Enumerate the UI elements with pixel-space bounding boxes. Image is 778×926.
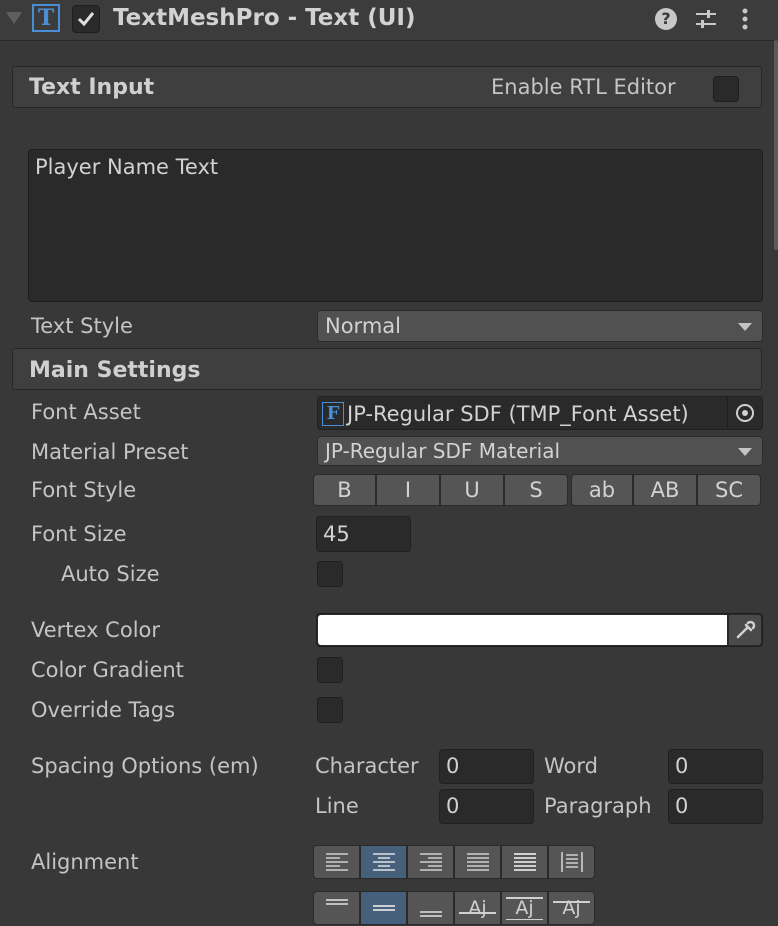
font-style-underline-button[interactable]: U: [440, 474, 504, 506]
main-settings-title: Main Settings: [29, 358, 201, 383]
font-style-lowercase-button[interactable]: ab: [571, 474, 633, 506]
align-geometry-center-icon: [560, 852, 583, 872]
font-style-group-2: ab AB SC: [571, 474, 761, 506]
align-baseline-glyph: Aj: [468, 897, 487, 919]
midline-top-icon: [506, 897, 543, 899]
align-right-icon: [419, 853, 442, 871]
color-gradient-checkbox[interactable]: [317, 657, 343, 683]
foldout-arrow-icon[interactable]: [6, 12, 22, 24]
font-style-smallcaps-button[interactable]: SC: [697, 474, 761, 506]
align-flush-icon: [513, 853, 536, 871]
align-middle-button[interactable]: [360, 891, 407, 925]
align-baseline-button[interactable]: Aj: [454, 891, 501, 925]
paragraph-spacing-field[interactable]: 0: [668, 789, 763, 824]
font-asset-label: Font Asset: [31, 400, 141, 424]
text-style-dropdown[interactable]: Normal: [317, 310, 763, 342]
color-gradient-label: Color Gradient: [31, 658, 184, 682]
align-bottom-icon: [419, 911, 442, 917]
font-asset-icon: F: [322, 402, 344, 426]
component-enabled-checkbox[interactable]: [72, 5, 100, 33]
align-capline-button[interactable]: Aj: [548, 891, 595, 925]
align-middle-icon: [372, 905, 395, 911]
align-left-button[interactable]: [313, 845, 360, 879]
horizontal-alignment-group: [313, 845, 595, 879]
align-left-icon: [325, 853, 348, 871]
align-flush-button[interactable]: [501, 845, 548, 879]
auto-size-checkbox[interactable]: [317, 561, 343, 587]
align-top-button[interactable]: [313, 891, 360, 925]
line-spacing-label: Line: [315, 794, 359, 818]
font-size-field[interactable]: 45: [316, 516, 411, 552]
main-settings-section-header: Main Settings: [12, 348, 762, 390]
align-midline-glyph: Aj: [515, 897, 534, 919]
text-style-value: Normal: [325, 314, 401, 338]
component-header: T TextMeshPro - Text (UI) ?: [0, 0, 778, 41]
align-justified-icon: [466, 853, 489, 871]
font-style-uppercase-button[interactable]: AB: [633, 474, 697, 506]
chevron-down-icon: [738, 448, 752, 456]
font-size-label: Font Size: [31, 522, 127, 546]
vertical-alignment-group: Aj Aj Aj: [313, 891, 595, 925]
font-style-strikethrough-button[interactable]: S: [504, 474, 568, 506]
vertex-color-swatch: [318, 615, 727, 645]
font-style-label: Font Style: [31, 478, 137, 502]
character-spacing-field[interactable]: 0: [439, 749, 534, 784]
vertex-color-label: Vertex Color: [31, 618, 161, 642]
capline-line-icon: [553, 901, 590, 903]
rtl-editor-label: Enable RTL Editor: [491, 75, 676, 99]
text-input-area[interactable]: Player Name Text: [28, 149, 763, 302]
font-asset-value: JP-Regular SDF (TMP_Font Asset): [347, 402, 689, 426]
align-center-button[interactable]: [360, 845, 407, 879]
text-input-title: Text Input: [29, 75, 155, 100]
baseline-line-icon: [459, 912, 496, 914]
override-tags-label: Override Tags: [31, 698, 176, 722]
material-preset-value: JP-Regular SDF Material: [325, 439, 561, 463]
checkmark-icon: [77, 12, 95, 27]
component-title: TextMeshPro - Text (UI): [113, 5, 416, 31]
font-style-italic-button[interactable]: I: [376, 474, 440, 506]
context-menu-icon[interactable]: [740, 6, 750, 32]
align-top-icon: [325, 899, 348, 905]
text-input-value: Player Name Text: [35, 155, 219, 179]
character-spacing-label: Character: [315, 754, 419, 778]
align-right-button[interactable]: [407, 845, 454, 879]
word-spacing-label: Word: [544, 754, 598, 778]
align-justified-button[interactable]: [454, 845, 501, 879]
vertex-color-field[interactable]: [316, 613, 763, 647]
scrollbar[interactable]: [774, 40, 778, 250]
presets-icon[interactable]: [694, 6, 718, 32]
alignment-label: Alignment: [31, 850, 139, 874]
object-picker-icon[interactable]: [727, 397, 762, 429]
eyedropper-icon[interactable]: [729, 615, 761, 645]
font-style-bold-button[interactable]: B: [313, 474, 376, 506]
font-style-group-1: B I U S: [313, 474, 568, 506]
text-style-label: Text Style: [31, 314, 133, 338]
material-preset-dropdown[interactable]: JP-Regular SDF Material: [317, 436, 763, 466]
paragraph-spacing-label: Paragraph: [544, 794, 652, 818]
align-center-icon: [372, 853, 395, 871]
chevron-down-icon: [738, 323, 752, 331]
material-preset-label: Material Preset: [31, 440, 189, 464]
word-spacing-field[interactable]: 0: [668, 749, 763, 784]
align-midline-button[interactable]: Aj: [501, 891, 548, 925]
auto-size-label: Auto Size: [61, 562, 160, 586]
help-icon[interactable]: ?: [655, 8, 677, 30]
override-tags-checkbox[interactable]: [317, 697, 343, 723]
align-bottom-button[interactable]: [407, 891, 454, 925]
font-asset-field[interactable]: F JP-Regular SDF (TMP_Font Asset): [317, 396, 763, 430]
line-spacing-field[interactable]: 0: [439, 789, 534, 824]
text-input-section-header: Text Input Enable RTL Editor: [12, 66, 762, 108]
midline-bottom-icon: [506, 918, 543, 920]
spacing-options-label: Spacing Options (em): [31, 754, 259, 778]
align-geometry-center-button[interactable]: [548, 845, 595, 879]
textmeshpro-icon: T: [32, 4, 60, 32]
rtl-editor-checkbox[interactable]: [713, 76, 739, 102]
